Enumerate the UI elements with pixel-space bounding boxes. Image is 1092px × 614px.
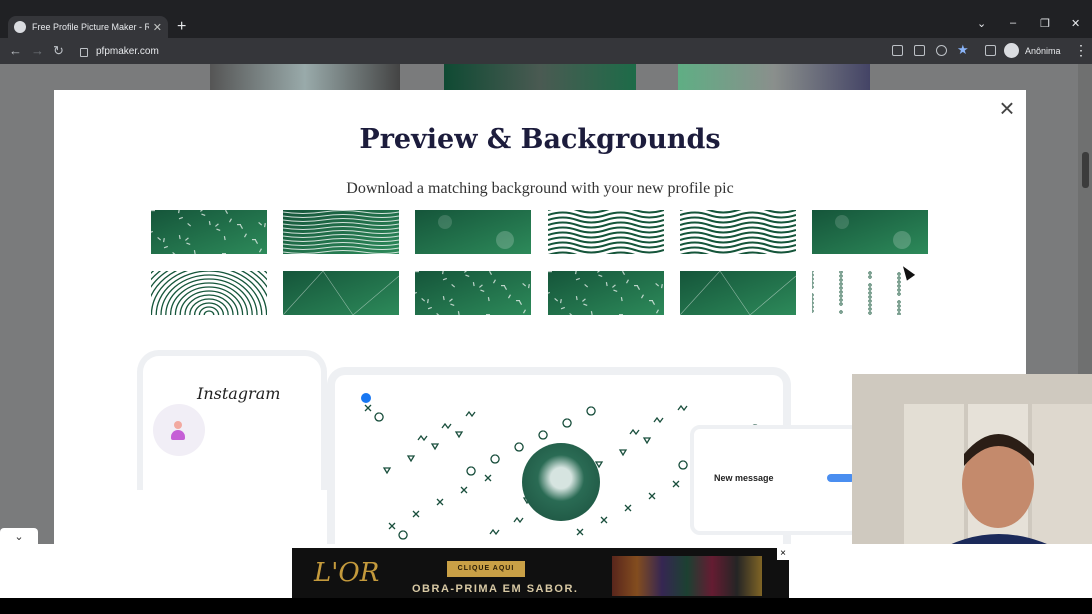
send-button: [827, 474, 855, 482]
modal-title: Preview & Backgrounds: [359, 124, 721, 155]
background-swatch-confetti-lines[interactable]: [151, 210, 267, 254]
avatar-person-icon: [171, 430, 185, 440]
back-arrow-icon[interactable]: ←: [9, 43, 22, 59]
background-swatch-maze-swirl[interactable]: [283, 210, 399, 254]
instagram-phone-mockup: Instagram: [137, 350, 327, 490]
background-swatch-wave-lines-shapes[interactable]: [415, 271, 531, 315]
modal-subtitle: Download a matching background with your…: [346, 180, 734, 197]
ad-product-image: [612, 556, 762, 596]
background-thumbnail: [444, 64, 636, 90]
close-window-icon[interactable]: ✕: [1071, 17, 1080, 30]
ad-close-icon[interactable]: ×: [777, 548, 789, 560]
tab-search-chevron-icon[interactable]: ⌄: [977, 17, 986, 30]
background-thumbnail: [678, 64, 870, 90]
tab-title: Free Profile Picture Maker - Resu: [32, 22, 149, 32]
scrollbar-thumb[interactable]: [1082, 152, 1089, 188]
avatar-head-icon: [174, 421, 182, 429]
background-swatch-gradient-shapes[interactable]: [415, 210, 531, 254]
url-text: pfpmaker.com: [96, 45, 159, 57]
address-bar[interactable]: pfpmaker.com: [74, 41, 884, 61]
background-swatch-dark-geometric[interactable]: [680, 271, 796, 315]
profile-button[interactable]: Anônima: [1004, 43, 1061, 58]
minimize-icon[interactable]: –: [1010, 17, 1016, 29]
background-swatch-waves[interactable]: [680, 210, 796, 254]
webcam-overlay: [852, 374, 1092, 554]
ad-collapse-chevron-icon[interactable]: ⌄: [0, 528, 38, 546]
forward-arrow-icon[interactable]: →: [31, 43, 44, 59]
restore-icon[interactable]: ❐: [1040, 17, 1050, 30]
message-title: New message: [714, 473, 774, 483]
background-swatch-bokeh-grid[interactable]: [812, 210, 928, 254]
background-swatch-concentric-rings[interactable]: [151, 271, 267, 315]
tracking-blocked-icon[interactable]: [936, 45, 947, 56]
background-swatch-star-rays[interactable]: [548, 210, 664, 254]
qr-code-icon[interactable]: [892, 45, 903, 56]
screen: Free Profile Picture Maker - Resu ✕ + ⌄ …: [0, 0, 1092, 614]
ad-logo: L'OR: [314, 558, 380, 588]
tab-favicon-icon: [14, 21, 26, 33]
translate-icon[interactable]: [914, 45, 925, 56]
taskbar-strip: [0, 598, 1092, 614]
background-thumbnail: [210, 64, 400, 90]
instagram-logo: Instagram: [197, 384, 281, 403]
new-tab-button[interactable]: +: [177, 18, 186, 36]
side-panel-icon[interactable]: [985, 45, 996, 56]
background-swatch-doodle-shapes[interactable]: [548, 271, 664, 315]
message-card-mockup: New message: [690, 425, 860, 535]
incognito-avatar-icon: [1004, 43, 1019, 58]
profile-picture-preview: [522, 443, 600, 521]
ad-banner[interactable]: L'OR CLIQUE AQUI OBRA-PRIMA EM SABOR. ×: [292, 548, 789, 598]
bookmark-star-icon[interactable]: ★: [957, 42, 969, 58]
menu-kebab-icon[interactable]: ⋮: [1074, 42, 1088, 59]
ad-cta-button[interactable]: CLIQUE AQUI: [447, 561, 525, 577]
background-swatch-low-poly[interactable]: [283, 271, 399, 315]
browser-tab[interactable]: Free Profile Picture Maker - Resu ✕: [8, 16, 168, 38]
browser-tab-bar: Free Profile Picture Maker - Resu ✕ + ⌄ …: [0, 0, 1092, 38]
webcam-person-image: [852, 374, 1092, 554]
lock-icon: [80, 47, 88, 57]
profile-label: Anônima: [1025, 45, 1061, 56]
modal-close-button[interactable]: ×: [995, 95, 1019, 121]
reload-icon[interactable]: ↻: [53, 43, 64, 59]
tab-close-icon[interactable]: ✕: [153, 21, 162, 34]
browser-toolbar: ← → ↻ pfpmaker.com ★ ⋮: [0, 38, 1092, 64]
ad-tagline: OBRA-PRIMA EM SABOR.: [412, 583, 579, 595]
